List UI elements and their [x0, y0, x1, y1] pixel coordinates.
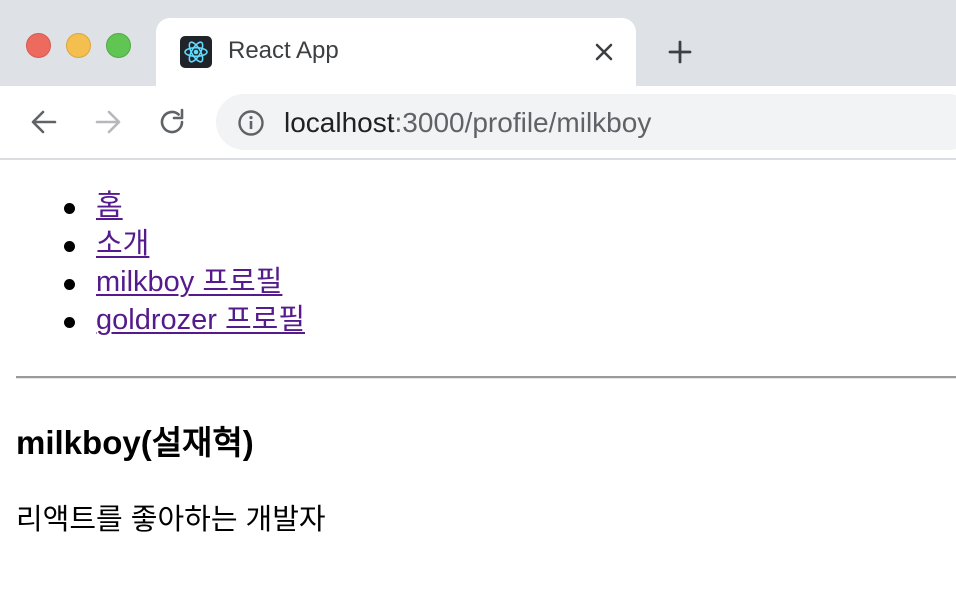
- nav-link-goldrozer-profile[interactable]: goldrozer 프로필: [96, 304, 305, 336]
- active-tab[interactable]: React App: [156, 18, 636, 86]
- forward-arrow-icon[interactable]: [90, 104, 126, 140]
- tab-title: React App: [228, 37, 339, 64]
- list-item: goldrozer 프로필: [56, 301, 305, 339]
- url-host: localhost: [284, 107, 395, 138]
- list-item: 소개: [56, 225, 305, 263]
- nav-link-about[interactable]: 소개: [96, 228, 149, 260]
- page-content: 홈 소개 milkboy 프로필 goldrozer 프로필 milkboy(설…: [0, 160, 956, 604]
- profile-description: 리액트를 좋아하는 개발자: [16, 504, 326, 536]
- list-item: 홈: [56, 187, 305, 225]
- divider: [16, 376, 956, 379]
- zoom-window-button[interactable]: [106, 33, 131, 58]
- address-bar[interactable]: localhost:3000/profile/milkboy: [216, 94, 956, 150]
- url-text[interactable]: localhost:3000/profile/milkboy: [284, 107, 651, 139]
- minimize-window-button[interactable]: [66, 33, 91, 58]
- back-arrow-icon[interactable]: [26, 104, 62, 140]
- browser-toolbar: localhost:3000/profile/milkboy: [0, 86, 956, 160]
- nav-link-milkboy-profile[interactable]: milkboy 프로필: [96, 266, 282, 298]
- close-window-button[interactable]: [26, 33, 51, 58]
- reload-icon[interactable]: [154, 104, 190, 140]
- nav-link-home[interactable]: 홈: [96, 190, 123, 222]
- react-logo-icon: [180, 36, 212, 68]
- profile-heading: milkboy(설재혁): [16, 424, 254, 461]
- list-item: milkboy 프로필: [56, 263, 305, 301]
- nav-list: 홈 소개 milkboy 프로필 goldrozer 프로필: [56, 187, 305, 339]
- url-path: :3000/profile/milkboy: [394, 107, 652, 138]
- close-icon[interactable]: [590, 38, 618, 66]
- info-icon[interactable]: [236, 108, 266, 138]
- tab-strip: React App: [0, 0, 956, 86]
- plus-icon[interactable]: [664, 36, 696, 68]
